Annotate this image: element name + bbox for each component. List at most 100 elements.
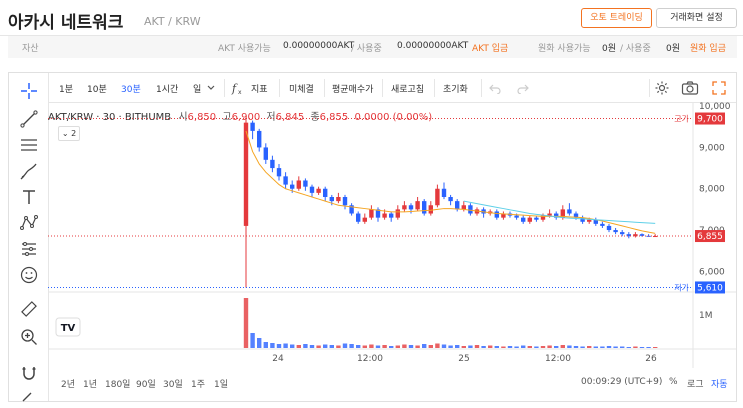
time-tick-label: 12:00 — [357, 354, 383, 364]
price-tick-label: 9,000 — [699, 143, 725, 153]
candle-body — [369, 209, 374, 218]
volume-bar — [521, 345, 526, 348]
redo-icon[interactable] — [517, 82, 529, 94]
svg-text:f: f — [231, 82, 238, 95]
svg-text:x: x — [238, 89, 242, 95]
interval-10m[interactable]: 10분 — [87, 82, 107, 95]
volume-bar — [593, 346, 598, 348]
candle-body — [362, 217, 367, 222]
avg-price-button[interactable]: 평균매수가 — [332, 82, 373, 95]
settings-icon[interactable] — [654, 80, 670, 96]
toolbar-divider — [382, 79, 383, 97]
volume-bar — [415, 345, 420, 348]
candle-body — [441, 188, 447, 197]
pattern-icon[interactable] — [19, 213, 39, 233]
camera-icon[interactable] — [681, 80, 699, 96]
volume-bar — [316, 345, 321, 348]
candle-body — [250, 122, 255, 131]
indicators-button[interactable]: 지표 — [251, 82, 268, 95]
candle-body — [468, 205, 473, 214]
krw-in-use-value: 0원 — [666, 44, 681, 54]
log-scale-toggle[interactable]: 로그 — [687, 377, 704, 390]
interval-1h[interactable]: 1시간 — [156, 82, 178, 95]
candle-body — [356, 213, 361, 222]
header: 아카시 네트워크 AKT / KRW 오토 트레이딩 거래화면 설정 — [0, 0, 743, 36]
lock-drawing-icon[interactable] — [19, 387, 39, 407]
range-1y[interactable]: 1년 — [83, 377, 97, 390]
function-icon[interactable]: fx — [231, 81, 245, 95]
coin-deposit-link[interactable]: AKT 입금 — [472, 41, 508, 54]
volume-tick-label: 1M — [699, 311, 713, 321]
krw-deposit-link[interactable]: 원화 입금 — [690, 41, 726, 54]
candle-body — [494, 211, 499, 218]
magnet-icon[interactable] — [19, 363, 39, 383]
coin-available-label: AKT 사용가능 — [218, 44, 271, 54]
drawing-toolbar — [9, 73, 49, 402]
undo-icon[interactable] — [489, 82, 501, 94]
candle-body — [521, 217, 526, 222]
candle-body — [243, 122, 249, 226]
unsettled-button[interactable]: 미체결 — [289, 82, 314, 95]
range-30d[interactable]: 30일 — [163, 377, 183, 390]
brush-icon[interactable] — [19, 161, 39, 181]
zoom-in-icon[interactable] — [19, 327, 39, 347]
candle-body — [613, 230, 618, 233]
refresh-button[interactable]: 새로고침 — [391, 82, 424, 95]
text-tool-icon[interactable] — [19, 187, 39, 207]
volume-bar — [323, 344, 328, 348]
volume-bar — [303, 344, 308, 348]
range-90d[interactable]: 90일 — [136, 377, 156, 390]
volume-bar — [389, 346, 394, 348]
interval-day[interactable]: 일 — [193, 82, 201, 95]
volume-bar — [342, 343, 348, 348]
tradingview-logo[interactable]: TV — [55, 317, 81, 337]
reset-button[interactable]: 초기화 — [443, 82, 468, 95]
range-1d[interactable]: 1일 — [214, 377, 228, 390]
high-price-value: 9,700 — [697, 115, 723, 125]
low-price-label: 저가 — [674, 283, 689, 292]
range-1w[interactable]: 1주 — [191, 377, 205, 390]
chart-toolbar: 1분 10분 30분 1시간 일 fx 지표 미체결 평균매수가 새로고침 초기… — [49, 73, 736, 103]
range-2y[interactable]: 2년 — [61, 377, 75, 390]
prediction-icon[interactable] — [19, 239, 39, 259]
volume-bar — [250, 333, 255, 348]
candle-body — [342, 197, 348, 206]
candle-body — [296, 180, 301, 189]
auto-trading-button[interactable]: 오토 트레이딩 — [581, 8, 652, 28]
candle-body — [428, 205, 433, 214]
range-180d[interactable]: 180일 — [105, 377, 130, 390]
horizontal-lines-icon[interactable] — [19, 135, 39, 155]
candle-body — [600, 223, 605, 226]
clock-readout: 00:09:29 (UTC+9) — [581, 377, 663, 387]
fullscreen-icon[interactable] — [711, 80, 727, 96]
volume-bar — [283, 343, 288, 348]
volume-bar — [560, 345, 565, 348]
candle-body — [547, 213, 552, 216]
tradingview-logo-icon: TV — [61, 323, 76, 334]
volume-bar — [257, 338, 262, 348]
high-price-label: 고가 — [674, 115, 689, 124]
volume-bar — [395, 345, 400, 348]
candle-series — [243, 118, 658, 288]
volume-bar — [613, 346, 618, 348]
candle-body — [309, 186, 315, 193]
toolbar-divider — [324, 79, 325, 97]
coin-in-use-label: / 사용중 — [351, 44, 382, 54]
price-tick-label: 10,000 — [699, 102, 731, 112]
candle-body — [620, 232, 625, 235]
volume-bar — [653, 347, 658, 348]
toolbar-divider — [481, 79, 482, 97]
volume-bar — [369, 344, 374, 348]
trend-line-icon[interactable] — [19, 109, 39, 129]
auto-scale-toggle[interactable]: 자동 — [711, 377, 728, 390]
chevron-down-icon[interactable] — [207, 85, 215, 91]
ruler-icon[interactable] — [19, 299, 39, 319]
emoji-icon[interactable] — [19, 265, 39, 285]
time-axis: 24 12:00 25 12:00 26 — [272, 354, 657, 364]
interval-30m[interactable]: 30분 — [121, 82, 141, 95]
percent-scale-toggle[interactable]: % — [669, 377, 678, 387]
price-chart[interactable]: 10,0009,0008,0007,0006,0001M 2412:002512… — [48, 102, 736, 368]
layout-settings-button[interactable]: 거래화면 설정 — [656, 8, 737, 28]
crosshair-icon[interactable] — [19, 81, 39, 101]
interval-1m[interactable]: 1분 — [59, 82, 73, 95]
